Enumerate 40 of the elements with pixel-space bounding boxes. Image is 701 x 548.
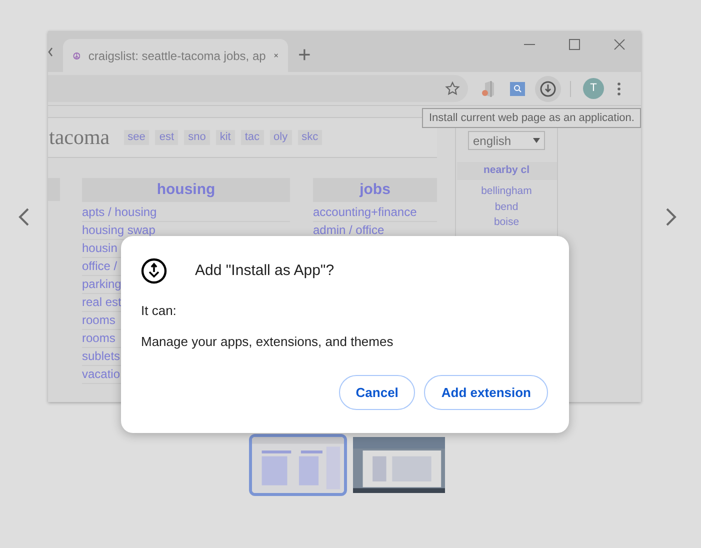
category-link[interactable]: apts / housing <box>82 204 290 222</box>
city-link[interactable]: bend <box>494 200 518 215</box>
area-link[interactable]: est <box>155 130 178 145</box>
new-tab-button[interactable]: + <box>298 44 311 66</box>
category-link[interactable]: accounting+finance <box>313 204 437 222</box>
city-link[interactable]: boise <box>494 215 520 230</box>
star-icon[interactable] <box>445 81 460 96</box>
area-link[interactable]: sno <box>184 130 210 145</box>
download-icon[interactable] <box>540 80 556 96</box>
tab-title: craigslist: seattle-tacoma jobs, ap <box>88 48 266 64</box>
section-header: housing <box>82 178 290 202</box>
close-icon[interactable] <box>274 51 278 60</box>
dialog-title: Add "Install as App"? <box>195 260 334 281</box>
add-extension-button[interactable]: Add extension <box>424 375 548 410</box>
permission-text: Manage your apps, extensions, and themes <box>141 332 394 351</box>
chevron-right-icon[interactable] <box>665 208 677 226</box>
browser-tab[interactable]: craigslist: seattle-tacoma jobs, ap <box>63 39 288 72</box>
area-link[interactable]: tac <box>240 130 264 145</box>
search-icon[interactable] <box>510 82 525 96</box>
chevron-left-icon <box>48 47 53 57</box>
chevron-left-icon[interactable] <box>18 208 30 226</box>
close-icon[interactable] <box>614 39 625 50</box>
city-link[interactable]: bellingham <box>481 184 532 200</box>
area-link[interactable]: skc <box>298 130 322 145</box>
download-icon <box>141 258 167 284</box>
more-icon[interactable] <box>617 82 621 96</box>
area-link[interactable]: kit <box>216 130 235 145</box>
document-icon[interactable] <box>481 80 495 96</box>
tooltip: Install current web page as an application. <box>422 108 642 128</box>
caret-icon <box>533 138 540 143</box>
section-header: jobs <box>313 178 437 202</box>
area-link[interactable]: oly <box>270 130 292 145</box>
cancel-button[interactable]: Cancel <box>338 375 416 410</box>
avatar[interactable]: T <box>583 78 604 99</box>
nearby-header: nearby cl <box>456 162 556 180</box>
dialog-text: It can: <box>141 302 178 320</box>
maximize-icon[interactable] <box>569 39 580 50</box>
site-title: tacoma <box>49 124 110 151</box>
area-link[interactable]: see <box>124 130 150 145</box>
language-select[interactable]: english <box>468 131 545 150</box>
